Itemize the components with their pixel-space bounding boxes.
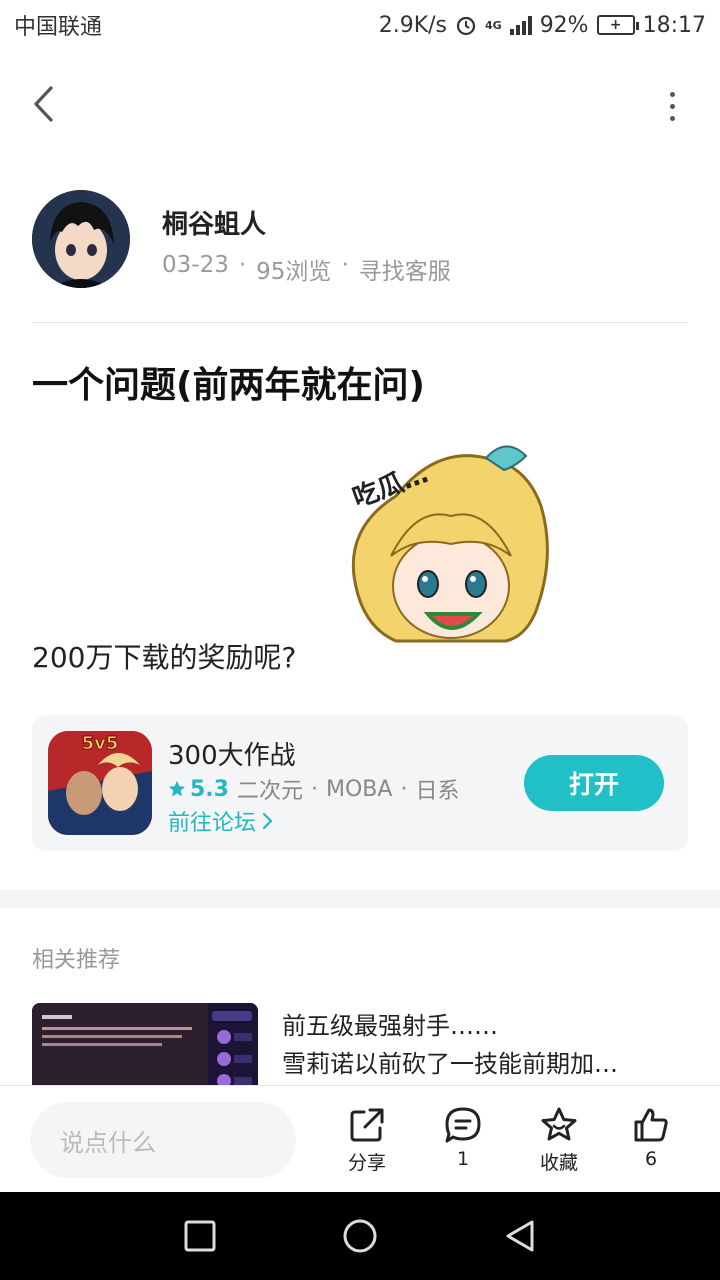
favorite-button[interactable]: 收藏 [524, 1106, 594, 1175]
app-tag: 日系 [415, 779, 460, 804]
find-service-link[interactable]: 寻找客服 [359, 252, 451, 286]
divider [32, 322, 688, 323]
related-item[interactable]: 前五级最强射手…… 雪莉诺以前砍了一技能前期加… [32, 1003, 688, 1085]
favorite-label: 收藏 [539, 1152, 578, 1174]
network-speed: 2.9K/s [378, 12, 447, 38]
chevron-right-icon [262, 812, 273, 830]
chevron-left-icon [34, 86, 53, 122]
app-icon: 5v5 [48, 731, 152, 835]
square-icon [184, 1220, 216, 1252]
alarm-icon [456, 16, 476, 36]
author-name[interactable]: 桐谷蛆人 [162, 204, 266, 241]
app-card[interactable]: 5v5 300大作战 5.3 二次元 · MOBA · 日系 前往论坛 打开 [32, 715, 688, 851]
related-text: 前五级最强射手…… 雪莉诺以前砍了一技能前期加… [282, 1007, 682, 1083]
app-rating: 5.3 [168, 777, 229, 802]
forum-link-label: 前往论坛 [168, 811, 257, 836]
status-icons: 2.9K/s 4G 92% + 18:17 [379, 13, 706, 38]
share-icon [350, 1108, 384, 1142]
circle-icon [343, 1219, 377, 1253]
related-line-2: 雪莉诺以前砍了一技能前期加… [282, 1050, 618, 1078]
clock: 18:17 [642, 12, 706, 38]
comment-count: 1 [456, 1148, 470, 1170]
android-nav-bar [0, 1192, 720, 1280]
network-type: 4G [485, 18, 502, 32]
carrier-label: 中国联通 [14, 15, 103, 40]
related-thumbnail [32, 1003, 258, 1085]
avatar[interactable] [32, 190, 130, 288]
home-button[interactable] [342, 1218, 378, 1254]
comment-input[interactable]: 说点什么 [30, 1102, 296, 1178]
meta-separator: · [341, 252, 349, 278]
post-date: 03-23 [162, 252, 229, 278]
app-tag: 二次元 [236, 779, 303, 804]
app-icon-text: 5v5 [82, 733, 119, 754]
post-body: 200万下载的奖励呢? [32, 641, 297, 674]
more-button[interactable] [660, 86, 684, 126]
meta-separator: · [238, 252, 247, 278]
battery-percent: 92% [539, 12, 589, 38]
thumbs-up-icon [634, 1108, 668, 1142]
post-views: 95浏览 [256, 259, 332, 285]
related-line-1: 前五级最强射手…… [282, 1012, 498, 1040]
comment-icon [445, 1107, 481, 1143]
post-meta: 03-23 · 95浏览 · 寻找客服 [162, 252, 451, 286]
battery-icon: + [596, 15, 639, 35]
app-meta: 5.3 二次元 · MOBA · 日系 [168, 773, 459, 805]
post-title: 一个问题(前两年就在问) [32, 365, 425, 406]
signal-icon [509, 15, 532, 35]
recents-button[interactable] [182, 1218, 218, 1254]
share-button[interactable]: 分享 [332, 1106, 402, 1175]
related-title: 相关推荐 [32, 948, 121, 973]
system-back-button[interactable] [502, 1218, 538, 1254]
star-outline-icon [541, 1107, 577, 1141]
app-name: 300大作战 [168, 741, 296, 771]
more-dots-icon [669, 91, 675, 97]
author-header: 桐谷蛆人 03-23 · 95浏览 · 寻找客服 [32, 190, 688, 290]
app-tag: MOBA [326, 776, 393, 802]
forum-link[interactable]: 前往论坛 [168, 805, 274, 837]
avatar-image [32, 190, 130, 288]
open-app-button[interactable]: 打开 [524, 755, 664, 811]
star-icon [168, 780, 186, 797]
back-button[interactable] [26, 82, 66, 126]
triangle-back-icon [506, 1220, 534, 1252]
top-nav [0, 70, 720, 140]
like-button[interactable]: 6 [616, 1106, 686, 1170]
sticker-image: 吃瓜… [336, 436, 566, 668]
section-separator [0, 890, 720, 908]
comment-button[interactable]: 1 [428, 1106, 498, 1170]
share-label: 分享 [347, 1152, 386, 1174]
status-bar: 中国联通 2.9K/s 4G 92% + 18:17 [0, 0, 720, 50]
like-count: 6 [644, 1148, 658, 1170]
bottom-action-bar: 说点什么 分享 1 收藏 6 [0, 1085, 720, 1192]
